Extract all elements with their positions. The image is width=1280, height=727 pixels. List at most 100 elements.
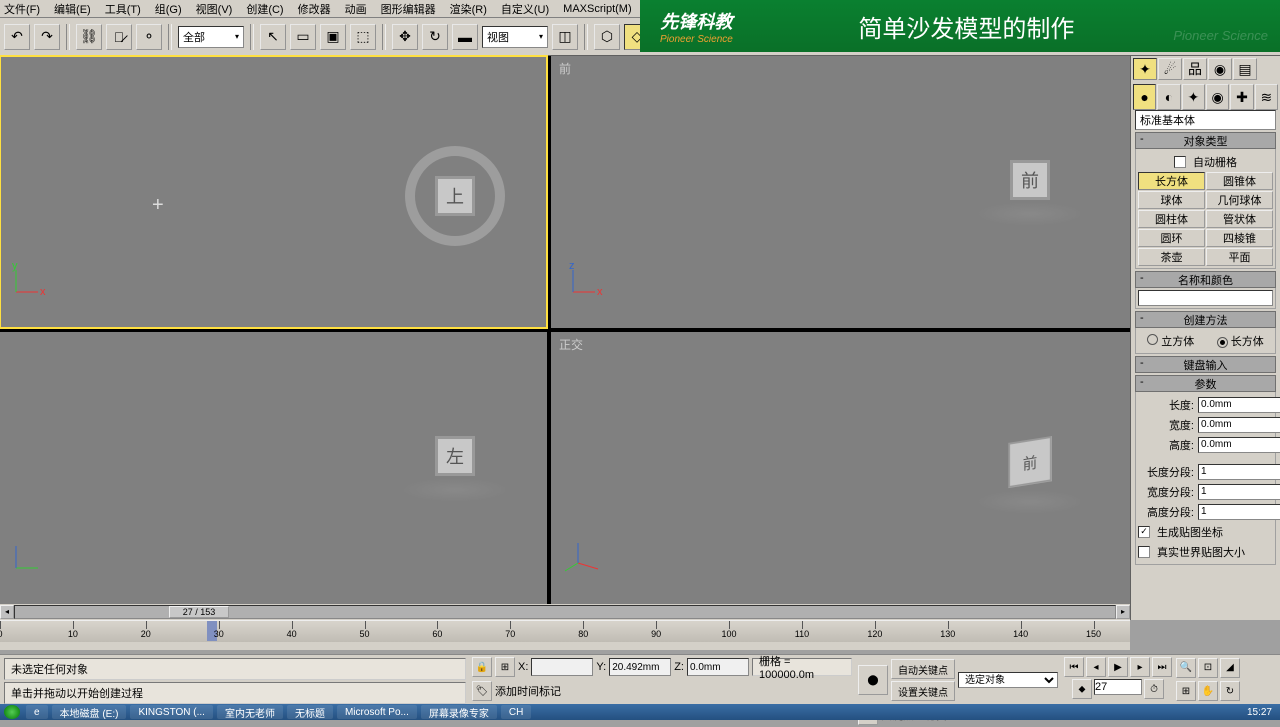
abs-rel-button[interactable]: ⊞ xyxy=(495,657,515,677)
prim-plane[interactable]: 平面 xyxy=(1206,248,1273,266)
rollout-objtype[interactable]: 对象类型 xyxy=(1135,132,1276,149)
rollout-namecolor[interactable]: 名称和颜色 xyxy=(1135,271,1276,288)
time-track[interactable]: 27 / 153 xyxy=(14,605,1116,619)
link-button[interactable]: ⛓ xyxy=(76,24,102,50)
menu-script[interactable]: MAXScript(M) xyxy=(563,3,631,15)
tab-modify[interactable]: ☄ xyxy=(1158,58,1182,80)
addtime-label[interactable]: 添加时间标记 xyxy=(495,683,561,699)
menu-render[interactable]: 渲染(R) xyxy=(450,1,487,17)
select-button[interactable]: ↖ xyxy=(260,24,286,50)
undo-button[interactable]: ↶ xyxy=(4,24,30,50)
menu-modifier[interactable]: 修改器 xyxy=(298,1,331,17)
rollout-params[interactable]: 参数 xyxy=(1135,375,1276,392)
prim-tube[interactable]: 管状体 xyxy=(1206,210,1273,228)
menu-edit[interactable]: 编辑(E) xyxy=(54,1,91,17)
width-input[interactable] xyxy=(1198,417,1280,433)
goto-start[interactable]: ⏮ xyxy=(1064,657,1084,677)
pivot-button[interactable]: ◫ xyxy=(552,24,578,50)
prim-geosphere[interactable]: 几何球体 xyxy=(1206,191,1273,209)
keyfilter-select[interactable]: 选定对象 xyxy=(958,672,1058,688)
bind-button[interactable]: ⚬ xyxy=(136,24,162,50)
genmap-check[interactable]: ✓ xyxy=(1138,526,1150,538)
time-thumb[interactable]: 27 / 153 xyxy=(169,606,229,618)
menu-group[interactable]: 组(G) xyxy=(155,1,182,17)
autokey-button[interactable]: 自动关键点 xyxy=(891,659,955,679)
subcategory-select[interactable]: 标准基本体 xyxy=(1135,110,1276,130)
nav-zoomall[interactable]: ⊡ xyxy=(1198,658,1218,678)
move-button[interactable]: ✥ xyxy=(392,24,418,50)
nav-fov[interactable]: ◢ xyxy=(1220,658,1240,678)
task-ie[interactable]: e xyxy=(26,705,48,719)
viewcube-top[interactable]: 上 xyxy=(395,136,515,256)
prim-pyramid[interactable]: 四棱锥 xyxy=(1206,229,1273,247)
next-frame[interactable]: ▸ xyxy=(1130,657,1150,677)
bigkey-button[interactable]: ⬤ xyxy=(858,665,888,695)
viewcube-front[interactable]: 前 xyxy=(970,126,1090,246)
autogrid-check[interactable] xyxy=(1174,156,1186,168)
snap-button[interactable]: ⬡ xyxy=(594,24,620,50)
hseg-input[interactable] xyxy=(1198,504,1280,520)
viewcube-left[interactable]: 左 xyxy=(395,402,515,522)
task-item[interactable]: 本地磁盘 (E:) xyxy=(52,705,127,719)
coord-x[interactable] xyxy=(531,658,593,676)
prim-teapot[interactable]: 茶壶 xyxy=(1138,248,1205,266)
method-cube-radio[interactable] xyxy=(1147,334,1158,345)
nav-orbit[interactable]: ↻ xyxy=(1220,681,1240,701)
method-box-radio[interactable] xyxy=(1217,337,1228,348)
window-crossing-button[interactable]: ⬚ xyxy=(350,24,376,50)
viewport-top[interactable]: + 上 xy xyxy=(0,56,547,328)
prim-sphere[interactable]: 球体 xyxy=(1138,191,1205,209)
time-next[interactable]: ▸ xyxy=(1116,605,1130,619)
menu-anim[interactable]: 动画 xyxy=(345,1,367,17)
menu-create[interactable]: 创建(C) xyxy=(246,1,283,17)
lock-button[interactable]: 🔒 xyxy=(472,657,492,677)
realworld-check[interactable] xyxy=(1138,546,1150,558)
tab-motion[interactable]: ◉ xyxy=(1208,58,1232,80)
prim-cylinder[interactable]: 圆柱体 xyxy=(1138,210,1205,228)
menu-view[interactable]: 视图(V) xyxy=(196,1,233,17)
cat-helpers[interactable]: ✚ xyxy=(1230,84,1253,110)
tab-hierarchy[interactable]: 品 xyxy=(1183,58,1207,80)
prim-box[interactable]: 长方体 xyxy=(1138,172,1205,190)
rollout-method[interactable]: 创建方法 xyxy=(1135,311,1276,328)
goto-end[interactable]: ⏭ xyxy=(1152,657,1172,677)
play-button[interactable]: ▶ xyxy=(1108,657,1128,677)
filter-select[interactable]: 全部 xyxy=(178,26,244,48)
nav-zoom[interactable]: 🔍 xyxy=(1176,658,1196,678)
start-button[interactable] xyxy=(4,705,20,719)
cat-geometry[interactable]: ● xyxy=(1133,84,1156,110)
timeconfig-button[interactable]: ⏱ xyxy=(1144,679,1164,699)
cat-cameras[interactable]: ◉ xyxy=(1206,84,1229,110)
nav-zoomext[interactable]: ⊞ xyxy=(1176,681,1196,701)
rotate-button[interactable]: ↻ xyxy=(422,24,448,50)
tab-display[interactable]: ▤ xyxy=(1233,58,1257,80)
clock[interactable]: 15:27 xyxy=(1239,707,1280,718)
select-region-button[interactable]: ▣ xyxy=(320,24,346,50)
timetag-icon[interactable]: 🏷 xyxy=(472,681,492,701)
object-name-input[interactable] xyxy=(1138,290,1273,306)
cat-shapes[interactable]: ◐ xyxy=(1157,84,1180,110)
menu-file[interactable]: 文件(F) xyxy=(4,1,40,17)
time-ruler[interactable]: 0102030405060708090100110120130140150 xyxy=(0,620,1130,642)
rollout-keyboard[interactable]: 键盘输入 xyxy=(1135,356,1276,373)
nav-pan[interactable]: ✋ xyxy=(1198,681,1218,701)
task-item[interactable]: 屏幕录像专家 xyxy=(421,705,497,719)
tab-create[interactable]: ✦ xyxy=(1133,58,1157,80)
viewcube-persp[interactable]: 前 xyxy=(970,402,1090,522)
length-input[interactable] xyxy=(1198,397,1280,413)
setkey-button[interactable]: 设置关键点 xyxy=(891,681,955,701)
menu-custom[interactable]: 自定义(U) xyxy=(501,1,549,17)
lang-indicator[interactable]: CH xyxy=(501,705,531,719)
prim-cone[interactable]: 圆锥体 xyxy=(1206,172,1273,190)
keymode-button[interactable]: ⬥ xyxy=(1072,679,1092,699)
menu-tools[interactable]: 工具(T) xyxy=(105,1,141,17)
prev-frame[interactable]: ◂ xyxy=(1086,657,1106,677)
time-prev[interactable]: ◂ xyxy=(0,605,14,619)
task-item[interactable]: KINGSTON (... xyxy=(130,705,213,719)
prim-torus[interactable]: 圆环 xyxy=(1138,229,1205,247)
refcoord-select[interactable]: 视图 xyxy=(482,26,548,48)
viewport-left[interactable]: 左 xyxy=(0,332,547,604)
scale-button[interactable]: ▬ xyxy=(452,24,478,50)
viewport-persp[interactable]: 正交 前 xyxy=(551,332,1130,604)
task-item[interactable]: 无标题 xyxy=(287,705,333,719)
